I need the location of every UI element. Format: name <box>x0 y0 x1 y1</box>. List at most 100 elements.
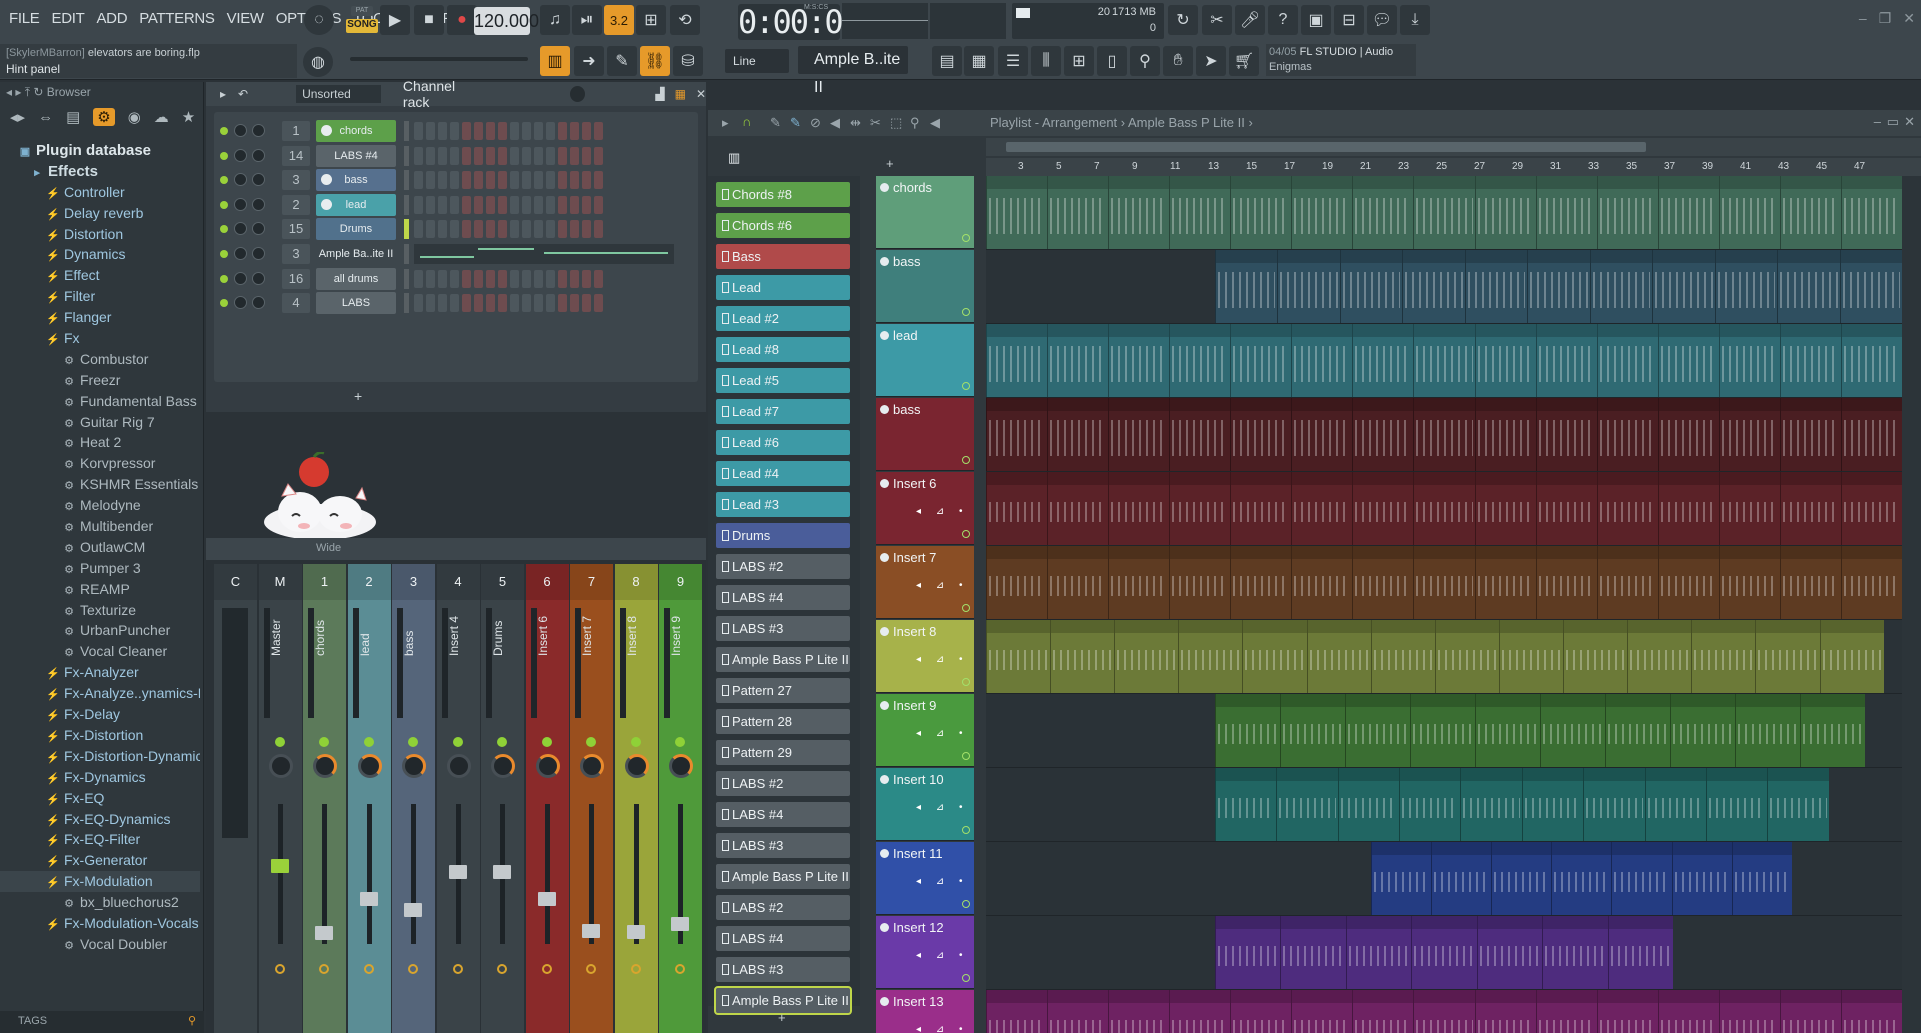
playlist-clip[interactable] <box>1691 620 1756 693</box>
step-button[interactable] <box>570 220 579 239</box>
playlist-menu-icon[interactable]: ▸ <box>722 115 729 131</box>
browser-item-fx-distortion-dynamics[interactable]: ⚡ Fx-Distortion-Dynamics <box>0 746 200 767</box>
step-button[interactable] <box>426 269 435 288</box>
playlist-clip[interactable] <box>986 398 1048 471</box>
pattern-item[interactable]: Lead #7 <box>716 399 850 424</box>
step-button[interactable] <box>558 195 567 214</box>
step-button[interactable] <box>570 294 579 313</box>
route-link-icon[interactable] <box>274 964 285 974</box>
mixer-enable-led[interactable] <box>675 737 685 747</box>
step-button[interactable] <box>414 195 423 214</box>
channel-row[interactable]: 2 lead <box>214 192 698 218</box>
channel-mute-led[interactable] <box>220 225 228 234</box>
touch-controller-icon[interactable]: ✋︎ <box>1163 46 1193 76</box>
channel-mixer-track[interactable]: 2 <box>282 194 310 215</box>
pattern-item[interactable]: LABS #3 <box>716 616 850 641</box>
channel-pan-knob[interactable] <box>252 124 265 137</box>
step-button[interactable] <box>534 146 543 165</box>
step-button[interactable] <box>570 269 579 288</box>
playlist-clip[interactable] <box>1169 398 1231 471</box>
playlist-clip[interactable] <box>986 472 1048 545</box>
playlist-maximize-icon[interactable]: ▭ <box>1887 114 1899 130</box>
volume-fader[interactable] <box>626 925 645 939</box>
step-button[interactable] <box>558 146 567 165</box>
step-button[interactable] <box>474 269 483 288</box>
playlist-clip[interactable] <box>1718 176 1780 249</box>
browser-item-outlawcm[interactable]: ⚙ OutlawCM <box>0 537 200 558</box>
mixer-enable-led[interactable] <box>452 737 463 747</box>
menu-edit[interactable]: EDIT <box>46 8 89 29</box>
playlist-clip[interactable] <box>1705 768 1768 841</box>
playlist-clip[interactable] <box>1551 842 1612 915</box>
track-header[interactable]: bass <box>876 250 974 323</box>
playlist-clip[interactable] <box>1410 694 1476 767</box>
playlist-clip[interactable] <box>1755 620 1820 693</box>
playlist-clip[interactable] <box>1767 768 1829 841</box>
playlist-clip[interactable] <box>1652 250 1715 323</box>
arrangement-lanes[interactable] <box>986 176 1902 1033</box>
playlist-clip[interactable] <box>1714 250 1778 323</box>
step-button[interactable] <box>534 269 543 288</box>
pattern-item[interactable]: Drums <box>716 523 850 548</box>
playlist-clip[interactable] <box>1108 324 1170 397</box>
tempo-display[interactable]: 120.000 <box>474 7 539 35</box>
step-button[interactable] <box>450 171 459 190</box>
playlist-clip[interactable] <box>1050 620 1115 693</box>
mixer-enable-led[interactable] <box>274 737 285 747</box>
playlist-clip[interactable] <box>1291 546 1353 619</box>
playlist-minimize-icon[interactable]: – <box>1874 114 1881 129</box>
step-button[interactable] <box>438 220 447 239</box>
video-icon[interactable]: ➤ <box>1196 46 1226 76</box>
channel-name-button[interactable]: chords <box>316 120 396 142</box>
channel-mute-led[interactable] <box>220 250 228 258</box>
playlist-clip[interactable] <box>1476 916 1543 989</box>
playlist-clip[interactable] <box>1589 250 1653 323</box>
pattern-selector[interactable]: Ample B..ite II <box>798 46 908 96</box>
playlist-clip[interactable] <box>1670 694 1736 767</box>
playlist-clip[interactable] <box>1434 620 1499 693</box>
volume-fader[interactable] <box>537 892 556 906</box>
browser-item-fx-distortion[interactable]: ⚡ Fx-Distortion <box>0 725 200 746</box>
playlist-clip[interactable] <box>1291 398 1353 471</box>
playlist-clip[interactable] <box>1411 916 1477 989</box>
playlist-clip[interactable] <box>1596 324 1658 397</box>
playback-tool-icon[interactable]: ◀ <box>930 115 940 131</box>
step-button[interactable] <box>546 220 555 239</box>
draw-tool-icon[interactable]: ✎ <box>770 115 781 131</box>
playlist-clip[interactable] <box>1169 990 1231 1033</box>
step-button[interactable] <box>438 269 447 288</box>
track-active-indicator[interactable] <box>962 604 970 612</box>
track-controls[interactable]: ◂ ⊿ • <box>916 728 968 739</box>
playlist-clip[interactable] <box>1535 176 1597 249</box>
mixer-pan-knob[interactable] <box>268 754 293 778</box>
step-button[interactable] <box>438 294 447 313</box>
playlist-clip[interactable] <box>1047 176 1109 249</box>
playlist-clip[interactable] <box>1535 472 1597 545</box>
playlist-clip[interactable] <box>1527 250 1590 323</box>
channel-select-bar[interactable] <box>404 219 409 240</box>
tag-search-icon[interactable]: ⚲ <box>188 1014 196 1027</box>
mixer-strip[interactable]: 4 Insert 4 <box>436 564 480 1033</box>
playlist-clip[interactable] <box>1169 546 1231 619</box>
step-button[interactable] <box>570 122 579 140</box>
step-button[interactable] <box>450 146 459 165</box>
pattern-item[interactable]: Bass <box>716 244 850 269</box>
playlist-clip[interactable] <box>1291 176 1353 249</box>
playlist-clip[interactable] <box>1291 990 1353 1033</box>
mixer-pan-knob[interactable] <box>580 754 604 778</box>
browser-item-multibender[interactable]: ⚙ Multibender <box>0 516 200 537</box>
step-button[interactable] <box>546 122 555 140</box>
step-button[interactable] <box>594 146 603 165</box>
zoom-tool-icon[interactable]: ⚲ <box>910 115 920 131</box>
step-button[interactable] <box>594 171 603 190</box>
playlist-clip[interactable] <box>1540 694 1606 767</box>
playlist-clip[interactable] <box>1345 694 1411 767</box>
step-button[interactable] <box>474 220 483 239</box>
playlist-clip[interactable] <box>1460 768 1522 841</box>
channel-volume-knob[interactable] <box>234 124 247 137</box>
graph-icon[interactable]: ▟ <box>655 87 664 101</box>
playlist-clip[interactable] <box>1230 176 1292 249</box>
channel-select-bar[interactable] <box>404 268 409 289</box>
track-active-indicator[interactable] <box>962 900 970 908</box>
playlist-clip[interactable] <box>1370 842 1431 915</box>
